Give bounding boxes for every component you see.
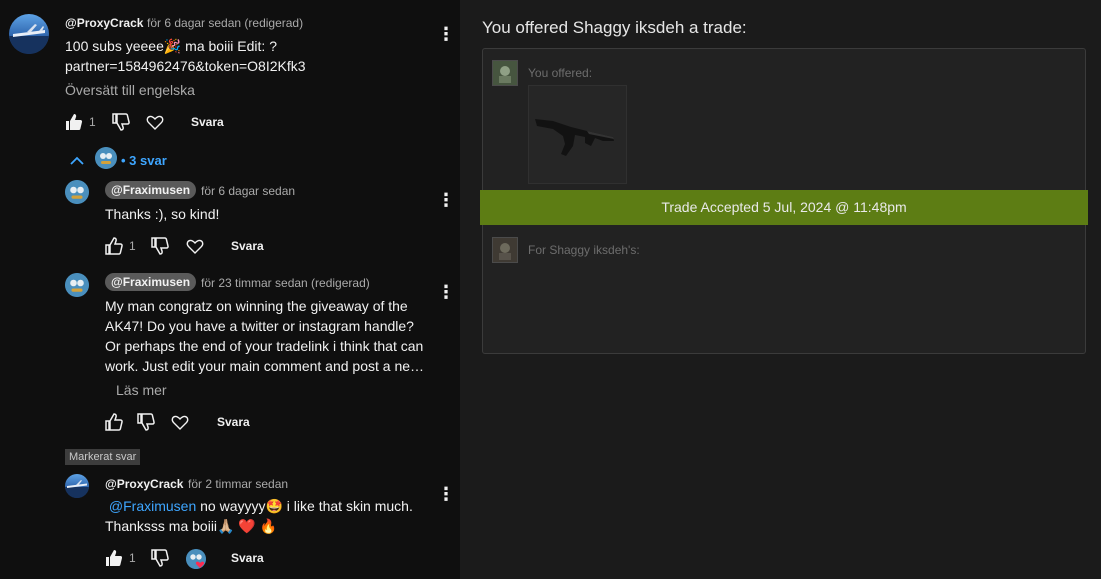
reply-timestamp[interactable]: för 6 dagar sedan [201, 184, 295, 198]
reply-text-line: @Fraximusen no wayyyy🤩 i like that skin … [105, 496, 435, 516]
reply-text-span: no wayyyy🤩 i like that skin much. [196, 498, 413, 514]
reply-button[interactable]: Svara [231, 239, 264, 253]
highlighted-reply-badge: Markerat svar [65, 449, 141, 465]
reply-text-line: Or perhaps the end of your tradelink i t… [105, 338, 424, 354]
trade-panel: You offered Shaggy iksdeh a trade: You o… [460, 0, 1101, 579]
avatar[interactable] [65, 474, 89, 498]
trade-offer-box: You offered: Trade Accepted 5 Jul, 2024 … [480, 48, 1088, 354]
comment-timestamp[interactable]: för 6 dagar sedan (redigerad) [147, 16, 303, 30]
reply-timestamp[interactable]: för 23 timmar sedan (redigerad) [201, 276, 370, 290]
avatar[interactable] [9, 14, 49, 54]
like-icon[interactable] [104, 412, 124, 432]
reply-text-line: My man congratz on winning the giveaway … [105, 298, 408, 314]
for-partner-label: For Shaggy iksdeh's: [528, 243, 640, 257]
dislike-icon[interactable] [111, 112, 131, 132]
item-slot[interactable] [528, 85, 627, 184]
heart-icon[interactable] [170, 412, 190, 432]
trade-accepted-banner: Trade Accepted 5 Jul, 2024 @ 11:48pm [480, 190, 1088, 225]
reply-author[interactable]: @ProxyCrack [105, 477, 183, 491]
reply-timestamp[interactable]: för 2 timmar sedan [188, 477, 288, 491]
reply-text: Thanks :), so kind! [105, 206, 220, 222]
trade-title: You offered Shaggy iksdeh a trade: [482, 18, 747, 37]
comment-author[interactable]: @ProxyCrack [65, 16, 143, 30]
rifle-icon [535, 119, 614, 156]
reply-text: @Fraximusen no wayyyy🤩 i like that skin … [105, 496, 435, 536]
reply-button[interactable]: Svara [217, 415, 250, 429]
dislike-icon[interactable] [150, 236, 170, 256]
reply-menu-icon[interactable]: ⋮ [437, 282, 455, 302]
like-icon[interactable] [64, 112, 84, 132]
like-count: 1 [129, 551, 136, 565]
avatar[interactable] [65, 180, 89, 204]
read-more-link[interactable]: Läs mer [116, 382, 167, 398]
comment-menu-icon[interactable]: ⋮ [437, 24, 455, 44]
you-offered-label: You offered: [528, 66, 593, 80]
partner-avatar [492, 237, 518, 263]
avatar[interactable] [65, 273, 89, 297]
comments-panel: @ProxyCrack för 6 dagar sedan (redigerad… [0, 0, 460, 579]
dislike-icon[interactable] [136, 412, 156, 432]
like-icon[interactable] [104, 236, 124, 256]
heart-icon[interactable] [185, 236, 205, 256]
reply-button[interactable]: Svara [191, 115, 224, 129]
comment-text-line: partner=1584962476&token=O8I2Kfk3 [65, 58, 306, 74]
avatar [95, 147, 117, 169]
heart-icon[interactable] [145, 112, 165, 132]
reply-text-line: AK47! Do you have a twitter or instagram… [105, 318, 414, 334]
mention-link[interactable]: @Fraximusen [109, 498, 196, 514]
replies-toggle[interactable]: • 3 svar [121, 153, 167, 168]
reply-author[interactable]: @Fraximusen [105, 181, 197, 199]
reply-text-line: work. Just edit your main comment and po… [105, 358, 425, 374]
creator-heart-icon [186, 549, 206, 569]
user-avatar [492, 60, 518, 86]
like-icon[interactable] [104, 548, 124, 568]
like-count: 1 [89, 115, 96, 129]
reply-button[interactable]: Svara [231, 551, 264, 565]
reply-menu-icon[interactable]: ⋮ [437, 484, 455, 504]
dislike-icon[interactable] [150, 548, 170, 568]
translate-link[interactable]: Översätt till engelska [65, 82, 195, 98]
like-count: 1 [129, 239, 136, 253]
reply-text: My man congratz on winning the giveaway … [105, 296, 435, 376]
comment-text-line: 100 subs yeeee🎉 ma boiii Edit: ? [65, 38, 277, 54]
reply-menu-icon[interactable]: ⋮ [437, 190, 455, 210]
comment-text: 100 subs yeeee🎉 ma boiii Edit: ? partner… [65, 36, 425, 76]
reply-author[interactable]: @Fraximusen [105, 273, 197, 291]
chevron-up-icon[interactable] [67, 151, 87, 171]
reply-text-line: Thanksss ma boiii🙏🏼 ❤️ 🔥 [105, 518, 278, 534]
